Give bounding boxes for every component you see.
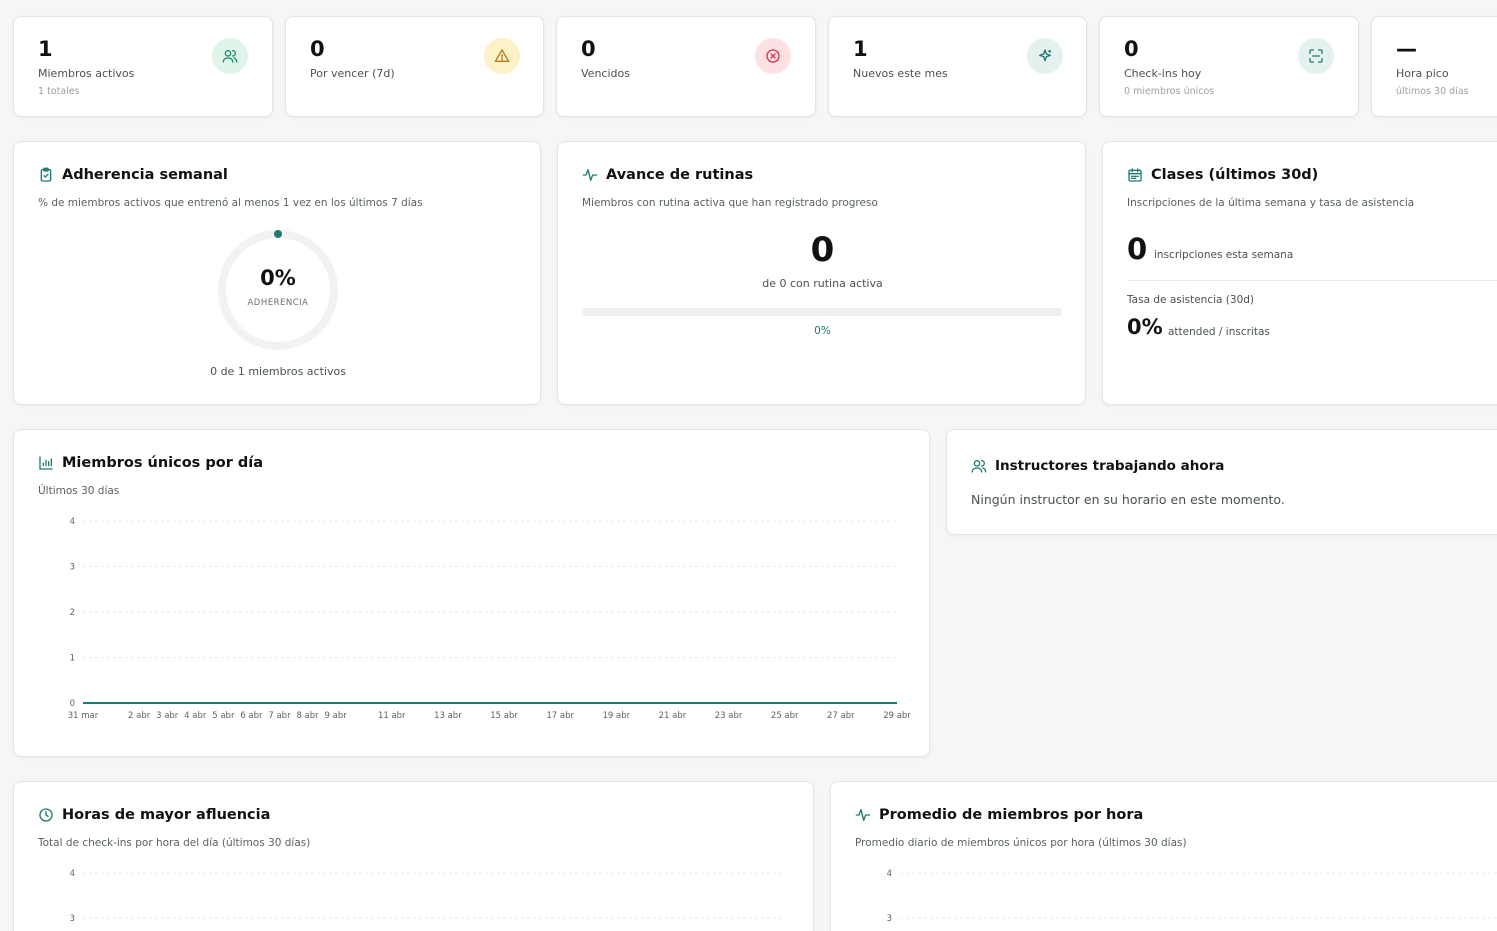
stat-value: 1: [853, 37, 868, 61]
stat-label: Miembros activos: [38, 67, 135, 80]
stat-card-new-this-month[interactable]: 1 Nuevos este mes: [828, 16, 1087, 117]
adherence-footer: 0 de 1 miembros activos: [210, 365, 346, 378]
adherence-ring-label: ADHERENCIA: [247, 298, 309, 308]
y-tick-label: 2: [70, 608, 75, 618]
y-tick-label: 1: [70, 654, 75, 664]
x-tick-label: 5 abr: [212, 711, 235, 721]
stat-card-peak-hour[interactable]: — Hora pico últimos 30 días: [1371, 16, 1497, 117]
adherence-percent: 0%: [260, 266, 296, 290]
stat-label: Nuevos este mes: [853, 67, 948, 80]
avg-per-hour-card: Promedio de miembros por hora Promedio d…: [830, 781, 1497, 931]
peak-hours-card: Horas de mayor afluencia Total de check-…: [13, 781, 814, 931]
stat-card-checkins-today[interactable]: 0 Check-ins hoy 0 miembros únicos: [1099, 16, 1359, 117]
x-tick-label: 29 abr: [883, 711, 911, 721]
stat-sub: últimos 30 días: [1396, 86, 1469, 97]
classes-title: Clases (últimos 30d): [1127, 167, 1318, 183]
enrollments-caption: inscripciones esta semana: [1154, 249, 1294, 261]
card-title-text: Adherencia semanal: [62, 167, 228, 183]
instructors-title: Instructores trabajando ahora: [971, 458, 1224, 474]
sparkles-icon: [1027, 38, 1063, 74]
x-tick-label: 23 abr: [715, 711, 743, 721]
x-tick-label: 9 abr: [325, 711, 348, 721]
x-tick-label: 27 abr: [827, 711, 855, 721]
users-icon: [212, 38, 248, 74]
x-tick-label: 11 abr: [378, 711, 406, 721]
stat-value: 0: [581, 37, 596, 61]
routines-value: 0: [810, 230, 835, 270]
attendance-label: Tasa de asistencia (30d): [1127, 294, 1255, 306]
adherence-title: Adherencia semanal: [38, 167, 228, 183]
y-tick-label: 3: [887, 914, 892, 924]
stat-value: —: [1396, 37, 1417, 61]
avg-per-hour-chart: 43: [887, 869, 1497, 924]
y-tick-label: 4: [887, 869, 892, 879]
y-tick-label: 4: [70, 869, 75, 879]
adherence-ring: [218, 230, 338, 350]
stat-card-active-members[interactable]: 1 Miembros activos 1 totales: [13, 16, 273, 117]
routines-subtitle: Miembros con rutina activa que han regis…: [582, 197, 878, 209]
y-tick-label: 4: [70, 517, 75, 527]
classes-divider: [1127, 280, 1497, 281]
stat-value: 0: [1124, 37, 1139, 61]
x-tick-label: 21 abr: [659, 711, 687, 721]
x-tick-label: 7 abr: [268, 711, 291, 721]
attendance-caption: attended / inscritas: [1168, 326, 1270, 338]
y-tick-label: 0: [70, 699, 75, 709]
warning-icon: [484, 38, 520, 74]
card-title-text: Avance de rutinas: [606, 167, 754, 183]
stat-label: Check-ins hoy: [1124, 67, 1202, 80]
users-icon: [971, 460, 987, 473]
scan-icon: [1298, 38, 1334, 74]
y-tick-label: 3: [70, 914, 75, 924]
stat-card-expiring[interactable]: 0 Por vencer (7d): [285, 16, 544, 117]
x-tick-label: 2 abr: [128, 711, 151, 721]
unique-members-chart: 0 1 2 3 4 31 mar 2 abr 3 abr 4 abr 5 abr 6 abr 7 ab…: [68, 517, 912, 721]
stat-label: Hora pico: [1396, 67, 1449, 80]
routines-value-caption: de 0 con rutina activa: [762, 277, 883, 290]
stat-label: Vencidos: [581, 67, 630, 80]
x-tick-label: 13 abr: [434, 711, 462, 721]
activity-icon: [582, 169, 598, 181]
stat-value: 1: [38, 37, 53, 61]
adherence-subtitle: % de miembros activos que entrenó al men…: [38, 197, 423, 209]
y-tick-label: 3: [70, 563, 75, 573]
x-tick-label: 6 abr: [240, 711, 263, 721]
stat-sub: 1 totales: [38, 86, 80, 97]
card-title-text: Instructores trabajando ahora: [995, 458, 1225, 474]
classes-card: Clases (últimos 30d) Inscripciones de la…: [1102, 141, 1497, 405]
x-tick-label: 19 abr: [602, 711, 630, 721]
x-tick-label: 3 abr: [156, 711, 179, 721]
classes-subtitle: Inscripciones de la última semana y tasa…: [1127, 197, 1415, 209]
instructors-card: Instructores trabajando ahora Ningún ins…: [946, 429, 1497, 535]
stat-sub: 0 miembros únicos: [1124, 86, 1215, 97]
x-tick-label: 4 abr: [184, 711, 207, 721]
routines-title: Avance de rutinas: [582, 167, 753, 183]
card-title-text: Clases (últimos 30d): [1151, 167, 1319, 183]
stat-card-expired[interactable]: 0 Vencidos: [556, 16, 816, 117]
x-tick-label: 17 abr: [546, 711, 574, 721]
enrollments-value: 0: [1127, 232, 1148, 266]
x-circle-icon: [755, 38, 791, 74]
calendar-icon: [1128, 168, 1142, 182]
peak-hours-chart: 43: [70, 869, 784, 924]
routines-progress-track: [582, 308, 1062, 316]
instructors-message: Ningún instructor en su horario en este …: [971, 492, 1285, 507]
routines-percent: 0%: [814, 325, 831, 337]
routines-card: Avance de rutinas Miembros con rutina ac…: [557, 141, 1086, 405]
clipboard-check-icon: [40, 167, 52, 182]
stat-label: Por vencer (7d): [310, 67, 395, 80]
stat-value: 0: [310, 37, 325, 61]
x-tick-label: 25 abr: [771, 711, 799, 721]
attendance-value: 0%: [1127, 315, 1163, 339]
x-tick-label: 15 abr: [490, 711, 518, 721]
x-tick-label: 31 mar: [68, 711, 99, 721]
x-tick-label: 8 abr: [296, 711, 319, 721]
adherence-card: Adherencia semanal % de miembros activos…: [13, 141, 541, 405]
unique-members-card: Miembros únicos por día Últimos 30 días …: [13, 429, 930, 757]
